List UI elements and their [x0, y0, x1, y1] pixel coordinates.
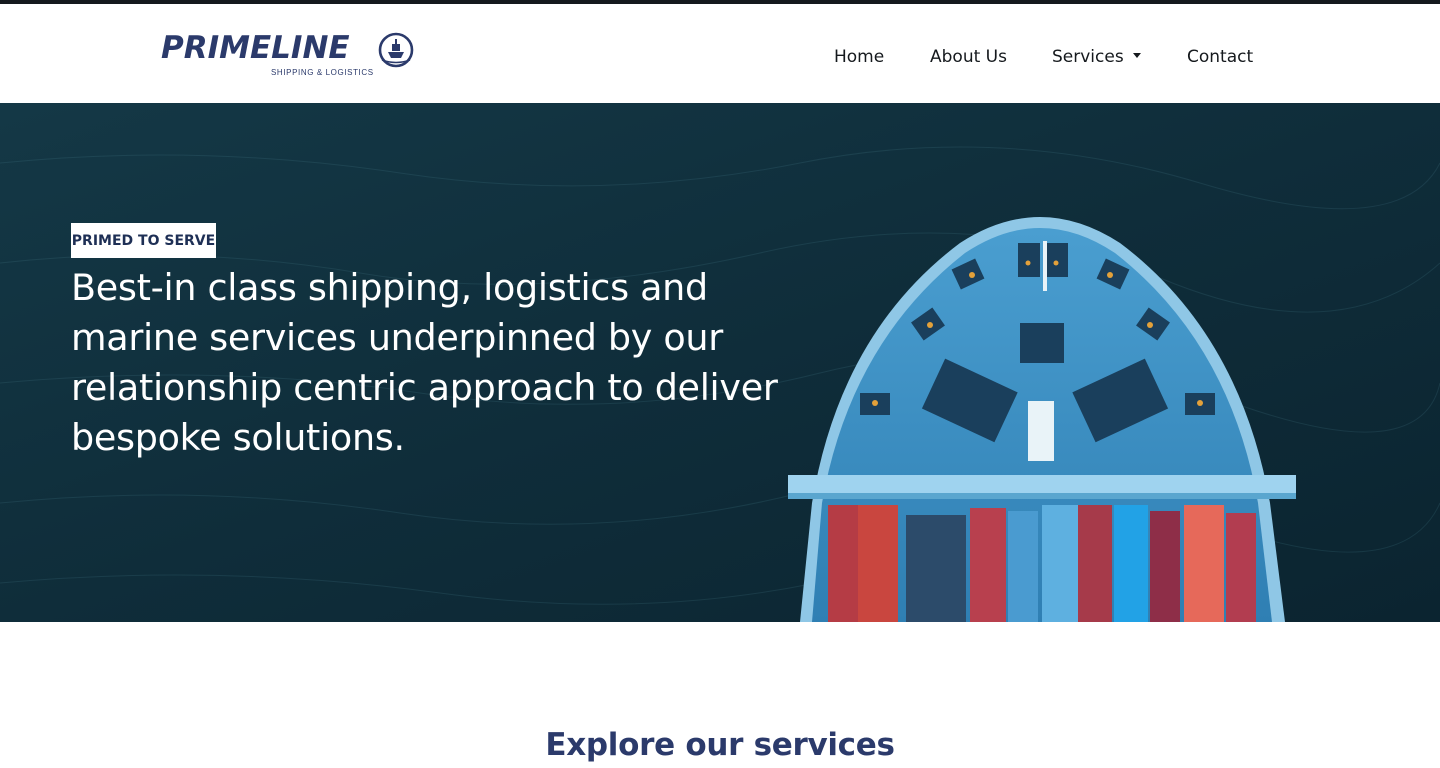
nav-home[interactable]: Home [834, 44, 884, 70]
nav-services[interactable]: Services [1052, 44, 1141, 70]
caret-down-icon [1132, 52, 1141, 58]
hero-badge: PRIMED TO SERVE [71, 223, 216, 258]
hero-headline: Best-in class shipping, logistics and ma… [71, 266, 778, 459]
nav-services-label: Services [1052, 47, 1124, 67]
main-nav: Home About Us Services Contact [0, 44, 1440, 70]
hero-banner: PRIMED TO SERVE Best-in class shipping, … [0, 103, 1440, 622]
nav-about-us[interactable]: About Us [930, 44, 1007, 70]
services-heading: Explore our services [545, 727, 895, 763]
site-header: PRIMELINE SHIPPING & LOGISTICS Home Abou… [0, 4, 1440, 103]
nav-contact[interactable]: Contact [1187, 44, 1253, 70]
